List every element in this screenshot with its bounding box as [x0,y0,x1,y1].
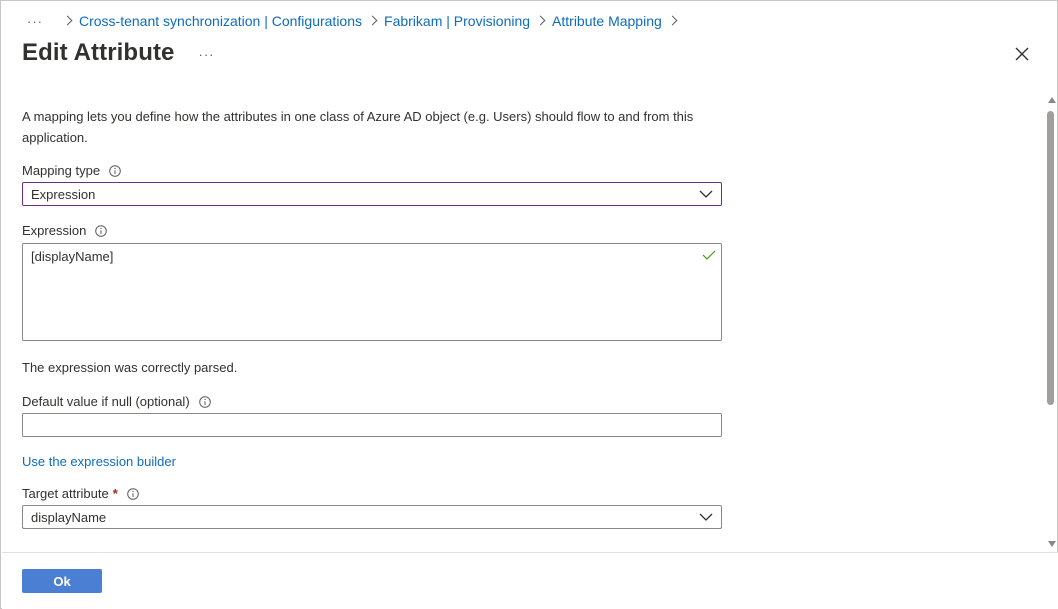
target-attribute-label-text: Target attribute [22,486,109,501]
mapping-type-dropdown[interactable]: Expression [22,182,722,206]
info-icon[interactable] [95,224,108,237]
expression-builder-link[interactable]: Use the expression builder [22,454,176,469]
mapping-description: A mapping lets you define how the attrib… [22,109,694,145]
expression-label: Expression [22,223,108,238]
chevron-right-icon [362,13,384,29]
checkmark-icon [702,250,716,260]
chevron-right-icon [57,13,79,29]
close-button[interactable] [1011,43,1033,65]
default-value-label: Default value if null (optional) [22,394,211,409]
breadcrumb-cross-tenant-configurations[interactable]: Cross-tenant synchronization | Configura… [79,13,362,29]
edit-attribute-blade: ··· Cross-tenant synchronization | Confi… [0,0,1058,609]
scroll-up-icon[interactable] [1048,97,1056,103]
blade-footer: Ok [2,552,1058,609]
chevron-down-icon [699,513,713,521]
breadcrumb-more-icon[interactable]: ··· [27,14,43,29]
ok-button[interactable]: Ok [22,569,102,593]
target-attribute-value: displayName [31,509,107,525]
info-icon[interactable] [198,395,211,408]
info-icon[interactable] [126,487,139,500]
default-value-label-text: Default value if null (optional) [22,394,190,409]
target-attribute-label: Target attribute * [22,486,139,501]
default-value-input[interactable] [22,413,722,437]
required-marker: * [112,486,118,501]
page-title: Edit Attribute [22,39,175,66]
vertical-scrollbar[interactable] [1045,97,1057,549]
breadcrumb-attribute-mapping[interactable]: Attribute Mapping [552,13,662,29]
more-options-icon[interactable]: ··· [199,47,215,62]
chevron-right-icon [662,13,684,29]
title-row: Edit Attribute ··· [22,39,215,67]
expression-label-text: Expression [22,223,87,238]
mapping-type-label-text: Mapping type [22,163,101,178]
breadcrumb: ··· Cross-tenant synchronization | Confi… [27,11,684,31]
chevron-right-icon [530,13,552,29]
expression-textarea[interactable]: [displayName] [22,243,722,341]
scrollbar-thumb[interactable] [1047,111,1054,405]
blade-content: A mapping lets you define how the attrib… [1,93,1045,549]
scroll-down-icon[interactable] [1048,541,1056,547]
info-icon[interactable] [109,164,121,177]
close-icon [1015,47,1029,61]
mapping-type-value: Expression [31,186,96,202]
mapping-type-label: Mapping type [22,163,121,178]
target-attribute-dropdown[interactable]: displayName [22,505,722,529]
expression-value: [displayName] [31,249,114,264]
expression-status-message: The expression was correctly parsed. [22,360,238,375]
breadcrumb-fabrikam-provisioning[interactable]: Fabrikam | Provisioning [384,13,530,29]
chevron-down-icon [699,190,713,198]
